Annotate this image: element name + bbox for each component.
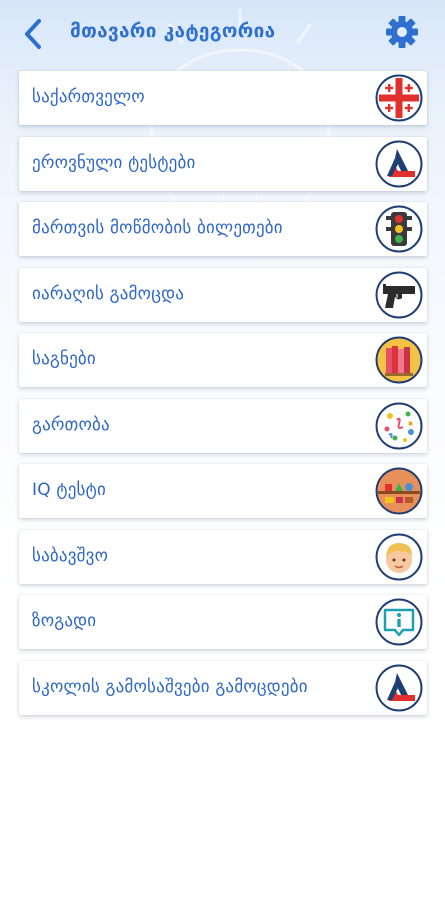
- category-item-kids[interactable]: საბავშვო: [19, 529, 427, 584]
- info-bubble-icon: [375, 598, 423, 646]
- traffic-light-icon: [375, 205, 423, 253]
- category-label: საბავშვო: [32, 545, 109, 566]
- settings-button[interactable]: [384, 14, 420, 50]
- child-face-icon: [375, 533, 423, 581]
- national-exams-logo-icon: [375, 140, 423, 188]
- category-item-subjects[interactable]: საგნები: [19, 333, 427, 387]
- chevron-left-icon: [25, 19, 41, 49]
- georgia-flag-icon: [375, 74, 423, 122]
- category-label: სკოლის გამოსაშვები გამოცდები: [32, 676, 308, 697]
- category-label: მართვის მოწმობის ბილეთები: [32, 218, 283, 238]
- category-label: ზოგადი: [32, 611, 97, 631]
- category-label: გართობა: [32, 414, 110, 435]
- books-icon: [375, 336, 423, 384]
- category-item-iq-test[interactable]: IQ ტესტი: [19, 464, 427, 518]
- category-label: იარაღის გამოცდა: [32, 283, 185, 304]
- category-item-georgia[interactable]: საქართველო: [19, 71, 427, 125]
- gear-icon: [386, 16, 418, 48]
- category-item-weapon-exam[interactable]: იარაღის გამოცდა: [19, 267, 427, 322]
- back-button[interactable]: [18, 16, 48, 52]
- category-label: საქართველო: [32, 87, 145, 107]
- category-item-school-exams[interactable]: სკოლის გამოსაშვები გამოცდები: [19, 660, 427, 715]
- category-label: IQ ტესტი: [32, 480, 106, 500]
- category-label: ეროვნული ტესტები: [32, 152, 196, 173]
- category-label: საგნები: [32, 349, 96, 369]
- pistol-icon: [375, 271, 423, 319]
- national-exams-logo-icon: [375, 664, 423, 712]
- category-item-national-tests[interactable]: ეროვნული ტესტები: [19, 136, 427, 191]
- top-bar: მთავარი კატეგორია: [0, 0, 445, 68]
- category-item-driving-license[interactable]: მართვის მოწმობის ბილეთები: [19, 202, 427, 256]
- category-list: საქართველო ეროვნული ტესტები მართვის მოწმ…: [19, 71, 427, 726]
- category-item-entertainment[interactable]: გართობა: [19, 398, 427, 453]
- page-title: მთავარი კატეგორია: [70, 20, 276, 42]
- shapes-icon: [375, 467, 423, 515]
- confetti-icon: [375, 402, 423, 450]
- category-item-general[interactable]: ზოგადი: [19, 595, 427, 649]
